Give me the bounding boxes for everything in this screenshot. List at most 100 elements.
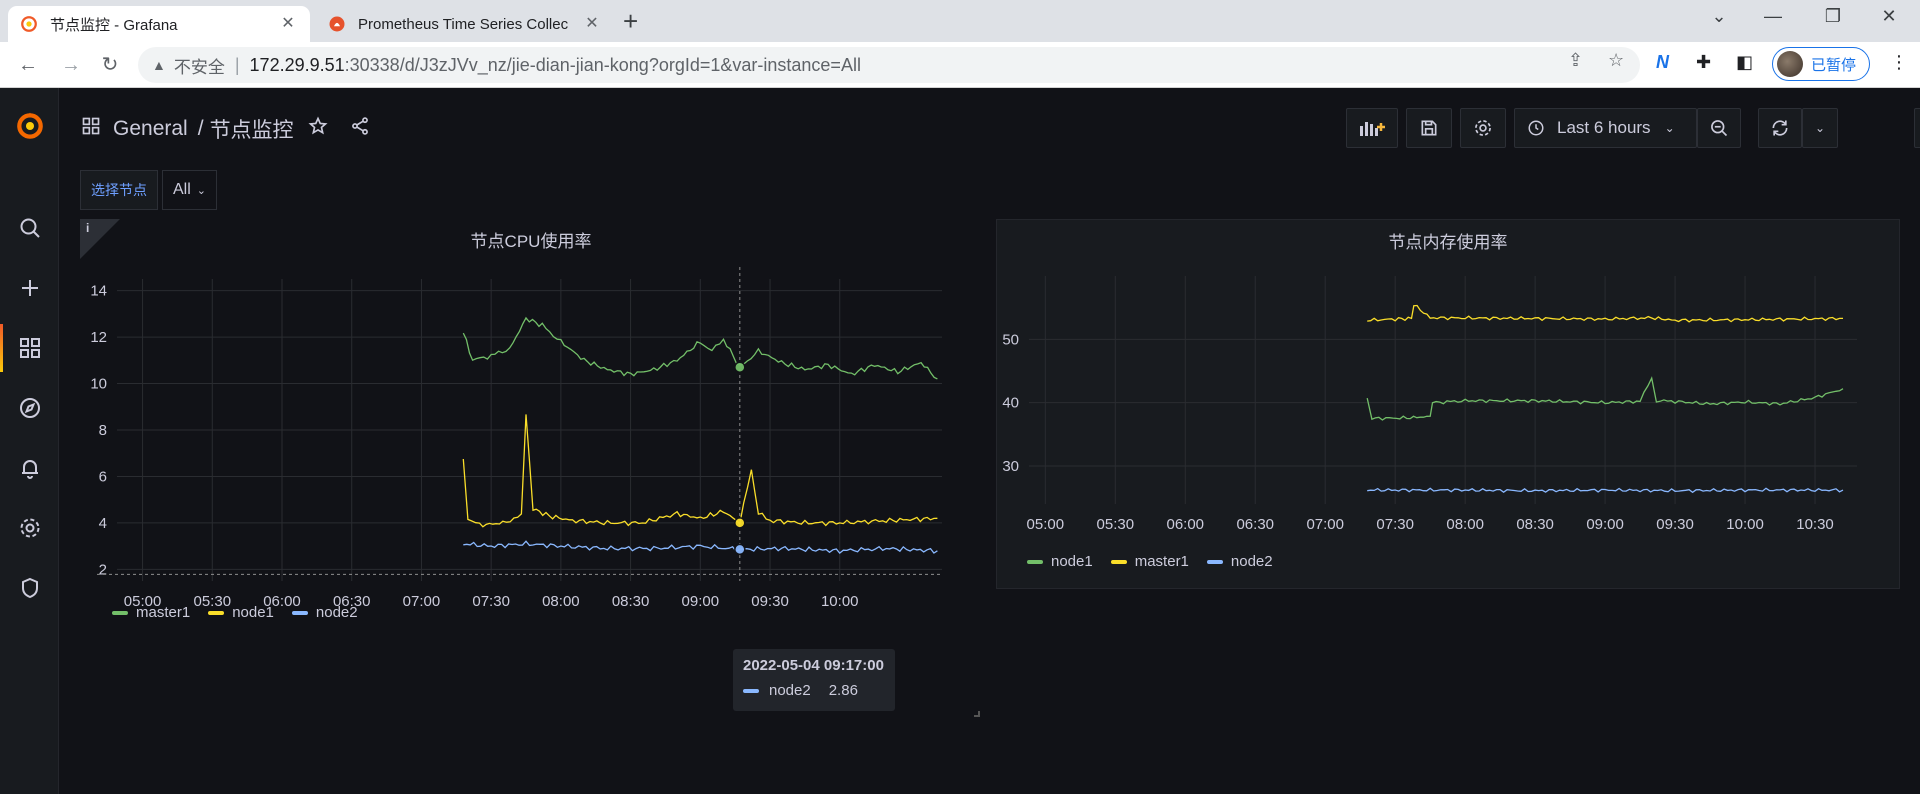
time-picker-button[interactable]: Last 6 hours ⌄ — [1514, 108, 1697, 148]
dashboards-icon[interactable] — [0, 328, 59, 368]
security-label: 不安全 — [173, 57, 225, 77]
x-tick-label: 08:30 — [612, 593, 650, 610]
legend-label: master1 — [136, 604, 191, 621]
bookmark-star-icon[interactable]: ☆ — [1608, 50, 1624, 71]
grafana-logo-icon[interactable] — [0, 102, 59, 150]
chevron-down-icon: ⌄ — [196, 184, 206, 197]
gear-icon — [1475, 120, 1491, 136]
legend-item-node1[interactable]: node1 — [1027, 553, 1093, 570]
browser-toolbar: ← → ↻ ▲ 不安全 | 172.29.9.51:30338/d/J3zJVv… — [0, 42, 1920, 88]
tab-strip: 节点监控 - Grafana ✕ Prometheus Time Series … — [0, 0, 1920, 42]
warning-icon: ▲ — [152, 57, 166, 73]
profile-paused-button[interactable]: 已暂停 — [1772, 47, 1870, 81]
cpu-chart[interactable]: 246810121405:00 05:30 06:00 06:30 07:00 07:30… — [80, 219, 982, 633]
tab-grafana[interactable]: 节点监控 - Grafana ✕ — [8, 6, 310, 42]
y-tick-label: 30 — [1002, 458, 1019, 475]
legend-label: node1 — [232, 604, 274, 621]
y-tick-label: 40 — [1002, 395, 1019, 412]
dashboard-settings-button[interactable] — [1460, 108, 1506, 148]
memory-legend: node1 master1 node2 — [1027, 553, 1291, 570]
y-tick-label: 2 — [99, 561, 107, 578]
legend-label: node2 — [1230, 553, 1273, 570]
x-tick-label: 10:00 — [1726, 516, 1764, 533]
configuration-gear-icon[interactable] — [0, 508, 59, 548]
new-tab-icon[interactable]: + — [623, 8, 638, 34]
view-mode-button[interactable] — [1914, 108, 1920, 148]
variable-select[interactable]: All ⌄ — [162, 170, 217, 210]
folder-link[interactable]: General — [113, 117, 188, 141]
tab-prometheus[interactable]: Prometheus Time Series Collec ✕ — [316, 6, 614, 42]
reload-icon[interactable]: ↻ — [96, 51, 124, 79]
legend-swatch — [1110, 559, 1127, 564]
add-panel-button[interactable] — [1346, 108, 1398, 148]
legend-item-node2[interactable]: node2 — [1206, 553, 1273, 570]
x-tick-label: 09:00 — [682, 593, 720, 610]
tab-title: 节点监控 - Grafana — [50, 16, 178, 34]
extension-n-icon[interactable]: N — [1656, 52, 1669, 73]
variable-value: All — [173, 181, 191, 198]
tab-search-icon[interactable]: ⌄ — [1699, 6, 1739, 27]
legend-item-node2[interactable]: node2 — [291, 604, 358, 621]
share-page-icon[interactable]: ⇪ — [1568, 50, 1583, 71]
refresh-interval-dropdown[interactable]: ⌄ — [1802, 108, 1838, 148]
minimize-icon[interactable]: — — [1753, 6, 1793, 27]
x-tick-label: 08:00 — [542, 593, 580, 610]
share-icon[interactable] — [350, 116, 370, 142]
time-range-label: Last 6 hours — [1557, 118, 1651, 137]
restore-icon[interactable]: ❐ — [1813, 6, 1853, 27]
chevron-down-icon: ⌄ — [1664, 121, 1675, 135]
x-tick-label: 05:30 — [1097, 516, 1135, 533]
y-tick-label: 12 — [90, 329, 107, 346]
tooltip-series: node2 — [769, 682, 811, 699]
x-tick-label: 07:30 — [1376, 516, 1414, 533]
panel-resize-handle[interactable] — [974, 711, 980, 717]
grafana-app: General / 节点监控 Last 6 hours ⌄ ⌄ 选择节点 All… — [0, 88, 1920, 794]
legend-item-node1[interactable]: node1 — [208, 604, 274, 621]
clock-icon — [1528, 120, 1544, 136]
create-plus-icon[interactable] — [0, 268, 59, 308]
save-dashboard-button[interactable] — [1406, 108, 1452, 148]
divider: | — [234, 54, 240, 75]
back-icon[interactable]: ← — [14, 51, 42, 79]
x-tick-label: 06:30 — [1236, 516, 1274, 533]
extensions-puzzle-icon[interactable]: ✚ — [1696, 52, 1711, 73]
panel-cpu-usage[interactable]: i 节点CPU使用率 2 4 6 8 10 12 14 05:00 05:30 06:00 06:3… — [80, 219, 982, 633]
legend-item-master1[interactable]: master1 — [112, 604, 190, 621]
forward-icon[interactable]: → — [57, 51, 85, 79]
search-icon[interactable] — [0, 208, 59, 248]
prometheus-favicon-icon — [328, 15, 346, 33]
alerting-bell-icon[interactable] — [0, 448, 59, 488]
star-icon[interactable] — [308, 116, 328, 142]
x-tick-label: 08:00 — [1446, 516, 1484, 533]
close-tab-icon[interactable]: ✕ — [278, 14, 298, 34]
panel-memory-usage[interactable]: 节点内存使用率 30 40 50 05:00 05:30 06:00 06:30 07:00 0… — [996, 219, 1900, 589]
tooltip-time: 2022-05-04 09:17:00 — [743, 657, 884, 674]
x-tick-label: 07:00 — [403, 593, 441, 610]
x-tick-label: 06:00 — [1166, 516, 1204, 533]
x-tick-label: 09:30 — [751, 593, 789, 610]
legend-item-master1[interactable]: master1 — [1110, 553, 1189, 570]
chevron-down-icon: ⌄ — [1814, 121, 1826, 135]
zoom-out-button[interactable] — [1697, 108, 1741, 148]
legend-label: master1 — [1134, 553, 1189, 570]
x-tick-label: 07:00 — [1306, 516, 1344, 533]
page-title[interactable]: 节点监控 — [210, 114, 294, 144]
hover-point-node1 — [734, 517, 746, 529]
y-tick-label: 6 — [99, 468, 107, 485]
server-admin-shield-icon[interactable] — [0, 568, 59, 608]
hover-point-master1 — [734, 361, 746, 374]
refresh-button[interactable] — [1758, 108, 1802, 148]
close-window-icon[interactable]: ✕ — [1869, 6, 1909, 27]
hover-point-node2 — [734, 543, 746, 556]
close-tab-icon[interactable]: ✕ — [582, 14, 602, 34]
address-bar[interactable]: ▲ 不安全 | 172.29.9.51:30338/d/J3zJVv_nz/ji… — [138, 47, 1640, 83]
x-tick-label: 07:30 — [472, 593, 510, 610]
y-tick-label: 10 — [90, 376, 107, 393]
memory-chart[interactable]: 30 40 50 05:00 05:30 06:00 06:30 07:00 07:30 08:0… — [997, 220, 1901, 590]
legend-swatch — [112, 610, 128, 615]
side-panel-icon[interactable]: ◧ — [1736, 52, 1753, 73]
x-tick-label: 05:00 — [1027, 516, 1065, 533]
explore-compass-icon[interactable] — [0, 388, 59, 428]
profile-status: 已暂停 — [1811, 56, 1857, 74]
browser-menu-icon[interactable]: ⋮ — [1890, 52, 1908, 73]
